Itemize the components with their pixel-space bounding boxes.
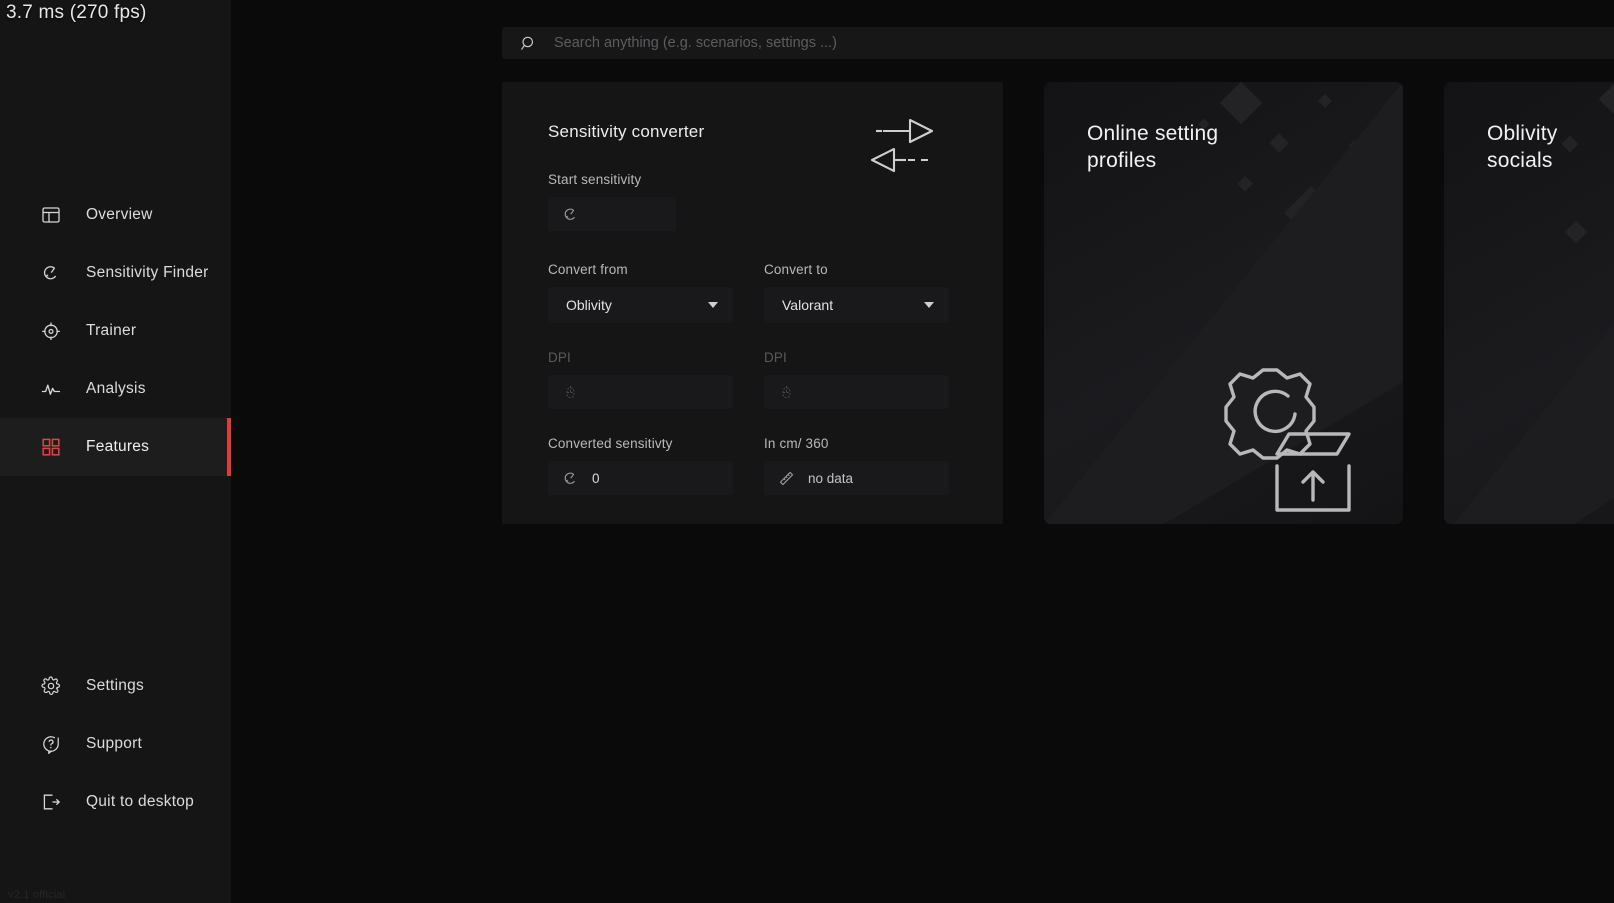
- grid-icon: [41, 437, 61, 457]
- dpi-to-label: DPI: [764, 350, 787, 365]
- sidebar-item-overview[interactable]: Overview: [0, 186, 231, 244]
- feature-card-online-setting-profiles[interactable]: Online setting profiles: [1044, 82, 1403, 524]
- convert-to-value: Valorant: [782, 297, 834, 313]
- sidebar-item-features[interactable]: Features: [0, 418, 231, 476]
- feature-card-title: Online setting profiles: [1087, 122, 1219, 172]
- convert-direction-row: Convert from Oblivity Convert to Valoran…: [548, 262, 959, 323]
- feature-card-title: Oblivity socials: [1487, 122, 1558, 172]
- crosshair-icon: [41, 321, 61, 341]
- dpi-from-label: DPI: [548, 350, 571, 365]
- sidebar-item-sensitivity-finder[interactable]: Sensitivity Finder: [0, 244, 231, 302]
- chevron-down-icon: [708, 302, 718, 308]
- fps-overlay: 3.7 ms (270 fps): [6, 2, 147, 23]
- dpi-to-field: DPI: [764, 350, 949, 409]
- sidebar-item-support[interactable]: Support: [0, 715, 231, 773]
- app-window: 3.7 ms (270 fps) Overview Sensitivity Fi…: [0, 0, 1614, 903]
- cm360-value-box: no data: [764, 461, 949, 495]
- sensitivity-icon: [562, 470, 579, 487]
- sidebar-item-label: Sensitivity Finder: [86, 264, 209, 281]
- converter-results-row: Converted sensitivty 0 In cm/ 360 no dat…: [548, 436, 959, 495]
- sidebar-item-label: Trainer: [86, 322, 137, 339]
- start-sensitivity-field: Start sensitivity: [548, 172, 959, 231]
- converted-sensitivity-value: 0: [592, 470, 600, 486]
- feature-card-oblivity-socials[interactable]: Oblivity socials: [1444, 82, 1614, 524]
- cm360-field: In cm/ 360 no data: [764, 436, 949, 495]
- sensitivity-icon: [41, 263, 61, 283]
- app-version-label: v2.1 official: [8, 889, 66, 901]
- sidebar-item-settings[interactable]: Settings: [0, 657, 231, 715]
- convert-from-value: Oblivity: [566, 297, 612, 313]
- ruler-icon: [778, 470, 795, 487]
- convert-to-label: Convert to: [764, 262, 828, 277]
- sidebar-item-label: Analysis: [86, 380, 146, 397]
- convert-to-field: Convert to Valorant: [764, 262, 949, 323]
- convert-from-field: Convert from Oblivity: [548, 262, 733, 323]
- dpi-from-input[interactable]: [548, 375, 733, 409]
- convert-from-label: Convert from: [548, 262, 628, 277]
- feature-grid: Sensitivity converter Start sensitivity: [502, 82, 1614, 568]
- sidebar-primary-nav: Overview Sensitivity Finder Trainer Anal…: [0, 186, 231, 476]
- converted-sensitivity-label: Converted sensitivty: [548, 436, 673, 451]
- sidebar: Overview Sensitivity Finder Trainer Anal…: [0, 0, 231, 903]
- layout-icon: [41, 205, 61, 225]
- pulse-icon: [41, 379, 61, 399]
- sidebar-item-trainer[interactable]: Trainer: [0, 302, 231, 360]
- search-input[interactable]: [554, 27, 1614, 59]
- dpi-to-input[interactable]: [764, 375, 949, 409]
- sidebar-item-label: Settings: [86, 677, 145, 694]
- search-bar[interactable]: [502, 27, 1614, 59]
- sidebar-item-label: Features: [86, 438, 150, 455]
- cm360-label: In cm/ 360: [764, 436, 829, 451]
- cm360-value: no data: [808, 470, 854, 486]
- chevron-down-icon: [924, 302, 934, 308]
- converted-sensitivity-field: Converted sensitivty 0: [548, 436, 733, 495]
- mouse-icon: [778, 384, 795, 401]
- main-content: Sensitivity converter Start sensitivity: [231, 0, 1614, 903]
- sidebar-secondary-nav: Settings Support Quit to desktop: [0, 657, 231, 831]
- dpi-row: DPI DPI: [548, 350, 959, 409]
- convert-from-select[interactable]: Oblivity: [548, 287, 733, 323]
- gear-icon: [41, 676, 61, 696]
- sensitivity-converter-card: Sensitivity converter Start sensitivity: [502, 82, 1003, 524]
- mouse-icon: [562, 384, 579, 401]
- sidebar-item-label: Support: [86, 735, 143, 752]
- search-icon: [502, 35, 554, 52]
- sidebar-item-analysis[interactable]: Analysis: [0, 360, 231, 418]
- convert-to-select[interactable]: Valorant: [764, 287, 949, 323]
- sidebar-item-label: Quit to desktop: [86, 793, 195, 810]
- dpi-from-field: DPI: [548, 350, 733, 409]
- convert-arrows-icon: [862, 114, 942, 176]
- sensitivity-icon: [562, 206, 579, 223]
- logout-icon: [41, 792, 61, 812]
- converted-sensitivity-value-box: 0: [548, 461, 733, 495]
- sidebar-item-quit-to-desktop[interactable]: Quit to desktop: [0, 773, 231, 831]
- gear-upload-icon: [1189, 358, 1361, 518]
- question-chat-icon: [41, 734, 61, 754]
- sidebar-item-label: Overview: [86, 206, 153, 223]
- start-sensitivity-input[interactable]: [548, 197, 676, 231]
